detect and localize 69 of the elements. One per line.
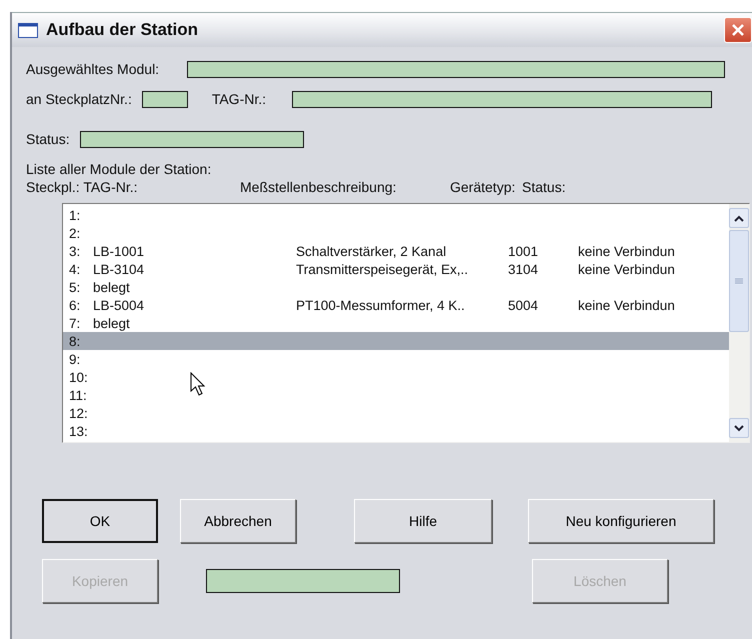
list-cell-text: 2: <box>68 226 82 240</box>
field-label: an SteckplatzNr.: <box>26 91 132 107</box>
column-header: Gerätetyp: <box>450 179 516 195</box>
list-cell-text: PT100-Messumformer, 4 K.. <box>296 298 466 312</box>
status-field[interactable] <box>80 130 304 148</box>
slot-field[interactable] <box>142 90 188 108</box>
list-cell-text: keine Verbindun <box>578 244 676 258</box>
grip-icon <box>735 278 743 284</box>
list-cell-text: 5: <box>68 280 82 294</box>
list-cell-text: 1: <box>68 208 82 222</box>
mouse-pointer-icon <box>190 372 206 398</box>
section-label: Liste aller Module der Station: <box>26 161 212 177</box>
close-icon <box>731 23 745 37</box>
list-row[interactable]: 12: <box>63 404 729 422</box>
list-row[interactable]: 10: <box>63 368 729 386</box>
field-label: Status: <box>26 131 70 147</box>
list-cell-text: LB-1001 <box>93 244 146 258</box>
list-cell-text: 12: <box>68 406 89 420</box>
list-cell-text: 13: <box>68 424 89 438</box>
scroll-up-button[interactable] <box>729 208 749 228</box>
tag-field[interactable] <box>292 90 712 108</box>
list-cell-text: 6: <box>68 298 82 312</box>
list-cell-text: 7: <box>68 316 82 330</box>
column-header: Status: <box>522 179 567 195</box>
list-row[interactable]: 1: <box>63 206 729 224</box>
field-label: TAG-Nr.: <box>212 91 266 107</box>
scroll-down-button[interactable] <box>729 418 749 438</box>
dialog-button[interactable]: Abbrechen <box>180 499 296 543</box>
list-row[interactable]: 4: LB-3104 Transmitterspeisegerät, Ex,.. 3104 keine Verbindun <box>63 260 729 278</box>
list-row[interactable]: 2: <box>63 224 729 242</box>
input-field[interactable] <box>206 569 400 593</box>
list-cell-text: LB-5004 <box>93 298 146 312</box>
list-cell-text: 3: <box>68 244 82 258</box>
module-list[interactable] <box>62 203 750 443</box>
column-header: Meßstellenbeschreibung: <box>240 179 398 195</box>
list-cell-text: belegt <box>93 280 131 294</box>
list-cell-text: belegt <box>93 316 131 330</box>
scroll-thumb[interactable] <box>729 230 749 332</box>
list-cell-text: LB-3104 <box>93 262 146 276</box>
list-cell-text: keine Verbindun <box>578 262 676 276</box>
list-row[interactable]: 7: belegt <box>63 314 729 332</box>
list-row[interactable]: 11: <box>63 386 729 404</box>
window-icon <box>18 22 38 38</box>
list-row[interactable]: 5: belegt <box>63 278 729 296</box>
list-cell-text: 11: <box>68 388 88 402</box>
list-cell-text: 8: <box>68 334 82 348</box>
list-cell-text: 10: <box>68 370 89 384</box>
list-cell-text: Transmitterspeisegerät, Ex,.. <box>296 262 470 276</box>
close-button[interactable] <box>724 17 752 43</box>
list-row[interactable]: 13: <box>63 422 729 440</box>
dialog-button[interactable]: Hilfe <box>354 499 492 543</box>
list-row[interactable]: 3: LB-1001 Schaltverstärker, 2 Kanal 1001 keine Verbindun <box>63 242 729 260</box>
field-label: Ausgewähltes Modul: <box>26 61 160 77</box>
window-title: Aufbau der Station <box>46 20 198 40</box>
list-row[interactable]: 6: LB-5004 PT100-Messumformer, 4 K.. 5004 keine Verbindun <box>63 296 729 314</box>
scrollbar[interactable] <box>729 204 749 442</box>
list-cell-text: 3104 <box>508 262 540 276</box>
dialog-button[interactable]: Neu konfigurieren <box>528 499 714 543</box>
list-cell-text: keine Verbindun <box>578 298 676 312</box>
list-cell-text: 5004 <box>508 298 540 312</box>
list-row[interactable]: 9: <box>63 350 729 368</box>
column-header: Steckpl.: TAG-Nr.: <box>26 179 139 195</box>
list-cell-text: 9: <box>68 352 82 366</box>
list-row[interactable]: 8: <box>63 332 729 350</box>
list-cell-text: Schaltverstärker, 2 Kanal <box>296 244 448 258</box>
dialog-button[interactable]: OK <box>42 499 158 543</box>
list-cell-text: 1001 <box>508 244 540 258</box>
selected-module-field[interactable] <box>187 60 726 78</box>
list-cell-text: 4: <box>68 262 82 276</box>
